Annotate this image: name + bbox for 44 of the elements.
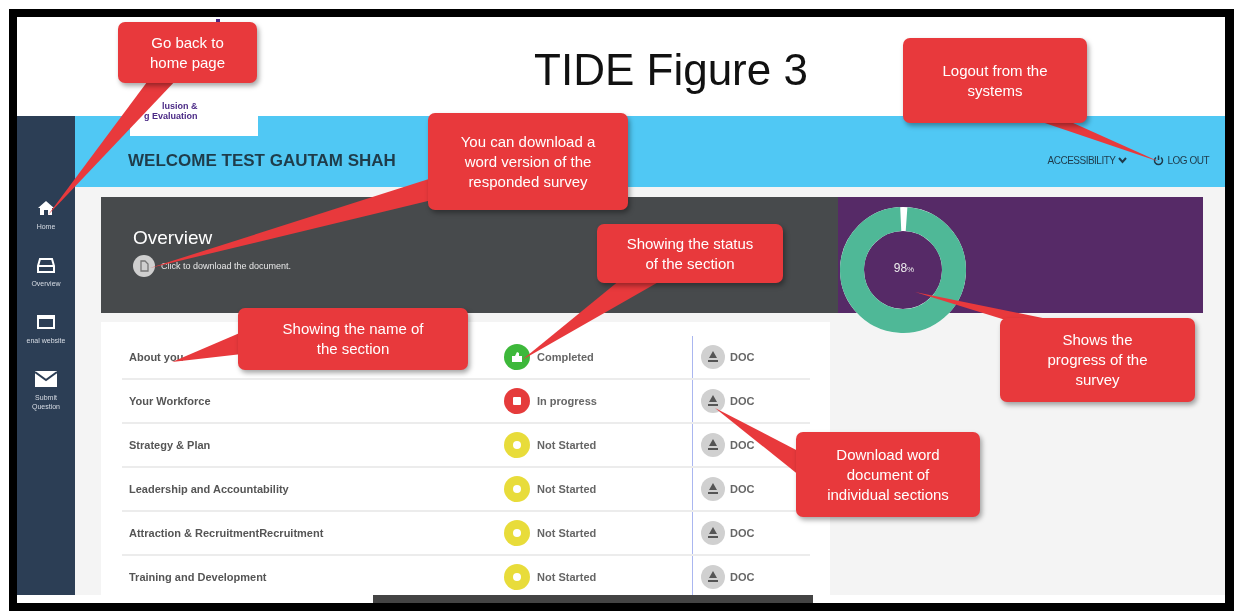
download-link[interactable]: Click to download the document. <box>161 261 292 271</box>
doc-download-link[interactable]: DOC <box>701 345 755 369</box>
download-icon <box>701 345 725 369</box>
download-icon <box>701 477 725 501</box>
scrollbar-thumb[interactable] <box>373 595 813 603</box>
callout: Showing the status of the section <box>597 224 783 283</box>
section-name: Training and Development <box>128 571 268 583</box>
status-label: Completed <box>537 351 594 363</box>
download-icon <box>701 565 725 589</box>
accessibility-menu[interactable]: ACCESSIBILITY <box>1047 155 1128 166</box>
logo-text: lusion & <box>162 101 198 111</box>
callout: Showing the name of the section <box>238 308 468 370</box>
envelope-icon <box>35 371 57 387</box>
section-name: Leadership and Accountability <box>128 483 290 495</box>
doc-download-link[interactable]: DOC <box>701 477 755 501</box>
callout: Go back to home page <box>118 22 257 83</box>
status-label: Not Started <box>537 571 597 583</box>
status-label: In progress <box>537 395 597 407</box>
section-name: Attraction & RecruitmentRecruitment <box>128 527 325 539</box>
doc-download-link[interactable]: DOC <box>701 389 755 413</box>
download-icon <box>701 433 725 457</box>
section-name: Strategy & Plan <box>128 439 212 451</box>
figure-title: TIDE Figure 3 <box>534 45 808 96</box>
doc-download-link[interactable]: DOC <box>701 433 755 457</box>
status-label: Not Started <box>537 483 597 495</box>
document-icon <box>133 255 155 277</box>
progress-percent: 98% <box>892 261 916 275</box>
power-icon <box>1153 155 1165 166</box>
tray-icon <box>37 257 55 273</box>
status-label: Not Started <box>537 439 597 451</box>
home-icon <box>37 200 55 216</box>
doc-download-link[interactable]: DOC <box>701 521 755 545</box>
overview-title: Overview <box>133 227 213 249</box>
section-name: Your Workforce <box>128 395 212 407</box>
doc-download-link[interactable]: DOC <box>701 565 755 589</box>
callout: You can download a word version of the responded survey <box>428 113 628 210</box>
download-icon <box>701 389 725 413</box>
logo-text: g Evaluation <box>144 111 198 121</box>
welcome-text: WELCOME TEST GAUTAM SHAH <box>128 150 396 171</box>
browser-window-icon <box>36 314 56 330</box>
chevron-down-icon <box>1118 157 1128 164</box>
download-icon <box>701 521 725 545</box>
logout-link[interactable]: LOG OUT <box>1153 155 1209 166</box>
status-label: Not Started <box>537 527 597 539</box>
